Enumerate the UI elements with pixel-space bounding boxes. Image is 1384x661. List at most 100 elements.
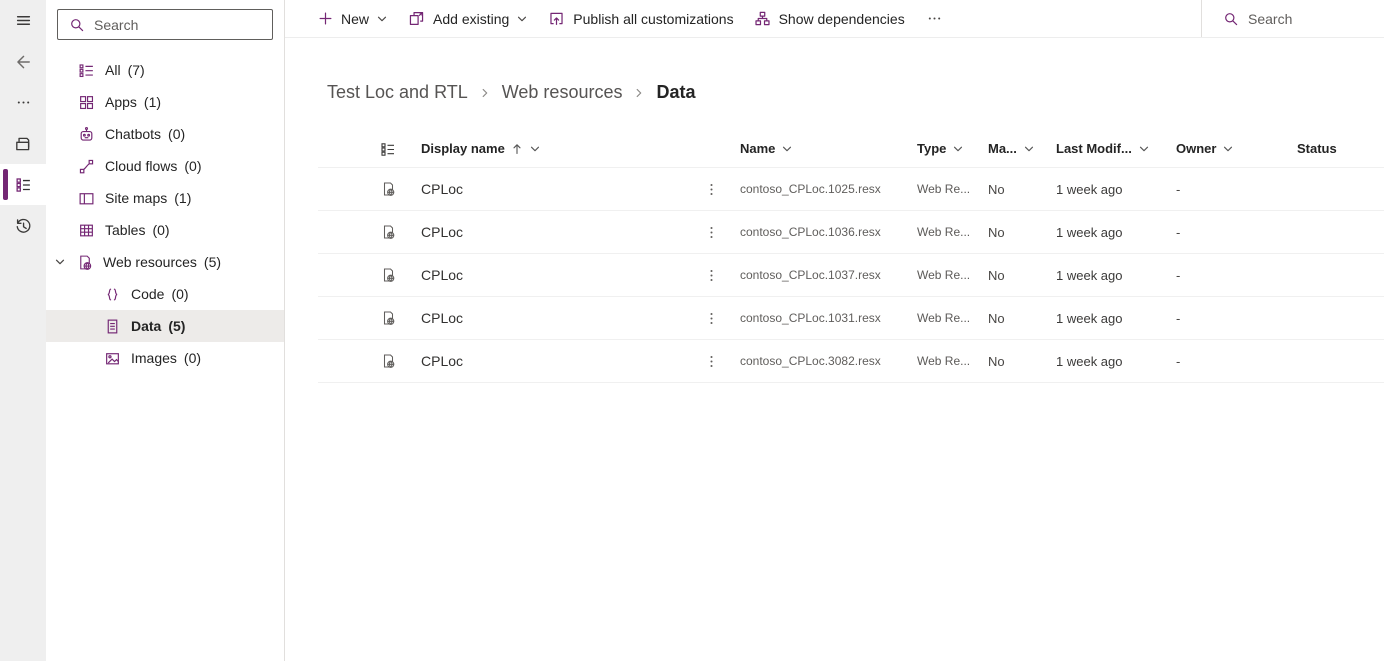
new-button[interactable]: New [308,0,398,37]
column-label: Ma... [988,141,1017,156]
sidebar-item-chatbots[interactable]: Chatbots(0) [46,118,284,150]
sidebar-item-count: (0) [184,158,201,174]
row-context-menu-button[interactable] [702,182,740,197]
table-row[interactable]: CPLoc contoso_CPLoc.1025.resx Web Re... … [318,168,1384,211]
web-resource-icon [380,353,396,369]
table-icon [78,222,95,239]
row-context-menu-button[interactable] [702,268,740,283]
cell-last-modified: 1 week ago [1056,182,1176,197]
content-area: Test Loc and RTL Web resources Data Disp… [285,38,1384,661]
cell-display-name: CPLoc [421,267,702,283]
cell-display-name: CPLoc [421,181,702,197]
sidebar-search-box[interactable] [57,9,273,40]
cell-last-modified: 1 week ago [1056,354,1176,369]
select-all-button[interactable] [318,141,421,157]
breadcrumb-web-resources[interactable]: Web resources [502,82,623,103]
sidebar-item-images[interactable]: Images(0) [46,342,284,374]
tree-view-icon [22,181,29,190]
publish-icon [548,10,565,27]
rail-solutions-button[interactable] [0,123,46,164]
cell-owner: - [1176,354,1297,369]
global-search-input[interactable] [1248,11,1384,27]
sidebar-item-tables[interactable]: Tables(0) [46,214,284,246]
history-button[interactable] [0,205,46,246]
column-label: Type [917,141,946,156]
sidebar-item-label: Apps [105,94,137,110]
sidebar-item-count: (5) [204,254,221,270]
sidebar-item-label: Tables [105,222,145,238]
sidebar-item-apps[interactable]: Apps (1) [46,86,284,118]
column-header-last-modified[interactable]: Last Modif... [1056,141,1176,156]
table-row[interactable]: CPLoc contoso_CPLoc.1037.resx Web Re... … [318,254,1384,297]
row-list-icon [380,141,396,157]
more-vertical-icon [704,354,719,369]
sidebar-item-cloud-flows[interactable]: Cloud flows(0) [46,150,284,182]
sidebar-item-data[interactable]: Data (5) [46,310,284,342]
breadcrumb-solution[interactable]: Test Loc and RTL [327,82,468,103]
data-document-icon [104,318,121,335]
code-icon [104,286,121,303]
main-panel: New Add existing Publish all customizati… [285,0,1384,661]
cell-owner: - [1176,182,1297,197]
column-header-type[interactable]: Type [917,141,988,156]
cell-type: Web Re... [917,182,988,196]
show-dependencies-button[interactable]: Show dependencies [744,0,915,37]
column-header-name[interactable]: Name [740,141,917,156]
global-search-box[interactable] [1201,0,1384,37]
chevron-down-icon [1138,143,1150,155]
sidebar-item-web-resources[interactable]: Web resources(5) [46,246,284,278]
cell-last-modified: 1 week ago [1056,311,1176,326]
rail-more-button[interactable] [0,82,46,123]
table-row[interactable]: CPLoc contoso_CPLoc.1036.resx Web Re... … [318,211,1384,254]
table-header-row: Display name Name Type Ma... [318,130,1384,168]
sidebar: All (7) Apps (1) Chatbots(0) Cloud flows(0… [46,0,285,661]
table-row[interactable]: CPLoc contoso_CPLoc.3082.resx Web Re... … [318,340,1384,383]
sidebar-tree: All (7) Apps (1) Chatbots(0) Cloud flows(0… [46,54,284,374]
web-resource-icon [380,267,396,283]
sidebar-item-count: (0) [184,350,201,366]
row-context-menu-button[interactable] [702,225,740,240]
command-bar: New Add existing Publish all customizati… [285,0,1384,38]
row-context-menu-button[interactable] [702,354,740,369]
sidebar-item-code[interactable]: Code(0) [46,278,284,310]
row-context-menu-button[interactable] [702,311,740,326]
column-header-owner[interactable]: Owner [1176,141,1297,156]
search-icon [69,17,85,33]
column-label: Owner [1176,141,1216,156]
sidebar-item-all[interactable]: All (7) [46,54,284,86]
sidebar-item-count: (7) [128,62,145,78]
column-header-status[interactable]: Status [1297,141,1384,156]
left-rail [0,0,46,661]
rail-tree-view-button[interactable] [0,164,46,205]
chevron-down-icon[interactable] [54,256,66,268]
cell-owner: - [1176,225,1297,240]
column-header-display-name[interactable]: Display name [421,141,702,156]
column-header-managed[interactable]: Ma... [988,141,1056,156]
sidebar-item-site-maps[interactable]: Site maps(1) [46,182,284,214]
chevron-down-icon [1222,143,1234,155]
chevron-down-icon [376,13,388,25]
chatbot-icon [78,126,95,143]
web-resource-icon [380,181,396,197]
sidebar-item-count: (1) [144,94,161,110]
sidebar-item-label: Code [131,286,164,302]
chevron-down-icon [529,143,541,155]
command-bar-overflow-button[interactable] [915,0,954,37]
cell-display-name: CPLoc [421,310,702,326]
cell-type: Web Re... [917,225,988,239]
sidebar-item-count: (5) [168,318,185,334]
back-button[interactable] [0,41,46,82]
resources-table: Display name Name Type Ma... [285,130,1384,383]
cell-display-name: CPLoc [421,353,702,369]
publish-all-button[interactable]: Publish all customizations [538,0,743,37]
add-existing-button[interactable]: Add existing [398,0,538,37]
hamburger-menu-button[interactable] [0,0,46,41]
images-icon [104,350,121,367]
chevron-right-icon [633,87,645,99]
sidebar-item-label: All [105,62,121,78]
sidebar-item-label: Data [131,318,161,334]
cell-last-modified: 1 week ago [1056,225,1176,240]
cell-owner: - [1176,268,1297,283]
table-row[interactable]: CPLoc contoso_CPLoc.1031.resx Web Re... … [318,297,1384,340]
sidebar-search-input[interactable] [94,17,264,33]
